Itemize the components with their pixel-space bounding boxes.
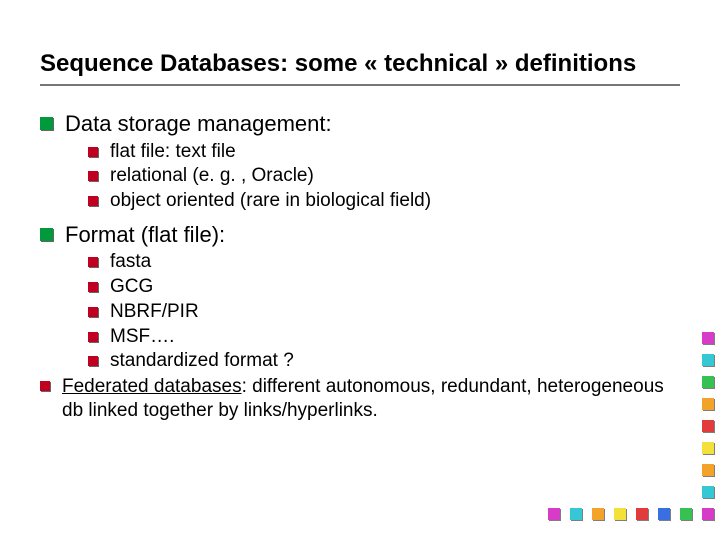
- deco-square-icon: [658, 508, 670, 520]
- item-text: fasta: [110, 250, 680, 274]
- square-bullet-icon: [40, 228, 53, 241]
- list-item: GCG: [40, 275, 680, 299]
- bullet-data-storage: Data storage management:: [40, 110, 680, 138]
- item-text: flat file: text file: [110, 140, 680, 164]
- bullet-format: Format (flat file):: [40, 221, 680, 249]
- square-bullet-icon: [88, 147, 98, 157]
- deco-square-icon: [702, 486, 714, 498]
- slide-title: Sequence Databases: some « technical » d…: [40, 50, 680, 78]
- list-item: fasta: [40, 250, 680, 274]
- deco-square-icon: [702, 442, 714, 454]
- item-text: GCG: [110, 275, 680, 299]
- square-bullet-icon: [88, 332, 98, 342]
- deco-square-icon: [702, 464, 714, 476]
- list-item: NBRF/PIR: [40, 300, 680, 324]
- deco-square-icon: [702, 398, 714, 410]
- square-bullet-icon: [40, 117, 53, 130]
- slide: Sequence Databases: some « technical » d…: [0, 0, 720, 540]
- square-bullet-icon: [88, 282, 98, 292]
- deco-square-icon: [614, 508, 626, 520]
- square-bullet-icon: [88, 307, 98, 317]
- deco-square-icon: [702, 354, 714, 366]
- heading-text: Data storage management:: [65, 110, 680, 138]
- deco-square-icon: [636, 508, 648, 520]
- deco-square-icon: [592, 508, 604, 520]
- item-text: relational (e. g. , Oracle): [110, 164, 680, 188]
- deco-square-icon: [702, 376, 714, 388]
- list-item: flat file: text file: [40, 140, 680, 164]
- deco-square-icon: [702, 420, 714, 432]
- square-bullet-icon: [88, 196, 98, 206]
- square-bullet-icon: [88, 257, 98, 267]
- item-text: object oriented (rare in biological fiel…: [110, 189, 680, 213]
- decorative-squares: [554, 332, 714, 532]
- list-item: relational (e. g. , Oracle): [40, 164, 680, 188]
- list-item: object oriented (rare in biological fiel…: [40, 189, 680, 213]
- deco-square-icon: [548, 508, 560, 520]
- square-bullet-icon: [88, 356, 98, 366]
- square-bullet-icon: [40, 381, 50, 391]
- item-text: NBRF/PIR: [110, 300, 680, 324]
- heading-text: Format (flat file):: [65, 221, 680, 249]
- square-bullet-icon: [88, 171, 98, 181]
- deco-square-icon: [680, 508, 692, 520]
- federated-lead: Federated databases: [62, 376, 242, 397]
- deco-square-icon: [702, 332, 714, 344]
- deco-square-icon: [570, 508, 582, 520]
- deco-square-icon: [702, 508, 714, 520]
- title-underline: [40, 84, 680, 86]
